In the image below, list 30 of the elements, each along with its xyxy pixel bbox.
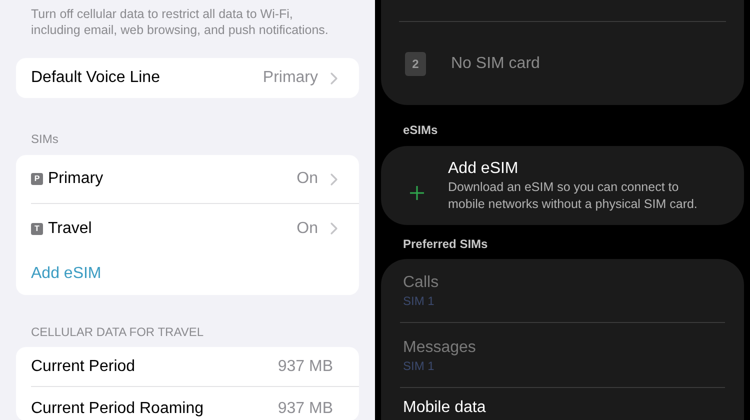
chevron-icon xyxy=(330,222,338,235)
cellular-note: Turn off cellular data to restrict all data to Wi-Fi, including email, web browsing, and push notifications. xyxy=(30,6,330,38)
sim-badge-icon: P xyxy=(31,173,43,185)
chevron-icon xyxy=(330,72,338,84)
voice-line-card[interactable]: Default Voice Line Primary xyxy=(16,58,359,98)
section-header: CELLULAR DATA FOR TRAVEL xyxy=(30,324,204,341)
plus-icon xyxy=(409,184,425,200)
usage-value: 937 MB xyxy=(278,356,333,376)
sim-status: On xyxy=(296,169,318,189)
add-esim-description: Download an eSIM so you can connect to mobile networks without a physical SIM card. xyxy=(448,178,698,212)
sim-slot-icon: 2 xyxy=(405,52,426,76)
usage-value: 937 MB xyxy=(278,399,333,419)
section-header: eSIMs xyxy=(402,122,439,139)
chevron-icon xyxy=(330,172,338,186)
preference-label[interactable]: Mobile data xyxy=(403,398,725,417)
add-esim-title: Add eSIM xyxy=(448,158,520,178)
voice-line-label: Default Voice Line xyxy=(31,68,161,88)
sim-label[interactable]: Primary xyxy=(48,167,297,191)
preference-value: SIM 1 xyxy=(403,293,436,310)
usage-label: Current Period xyxy=(31,356,136,376)
preference-value: SIM 1 xyxy=(403,358,436,375)
section-header: SIMs xyxy=(30,131,60,148)
usage-label: Current Period Roaming xyxy=(31,399,205,419)
add-esim-card[interactable]: Add eSIM Download an eSIM so you can connect to mobile networks without a physical SIM card. xyxy=(381,146,744,225)
sim-label[interactable]: Travel xyxy=(48,216,297,240)
no-sim-label: No SIM card xyxy=(451,54,540,74)
sim-badge-icon: T xyxy=(31,222,43,234)
sim-status: On xyxy=(296,218,318,238)
voice-line-value: Primary xyxy=(262,68,318,88)
section-header: Preferred SIMs xyxy=(402,236,489,253)
